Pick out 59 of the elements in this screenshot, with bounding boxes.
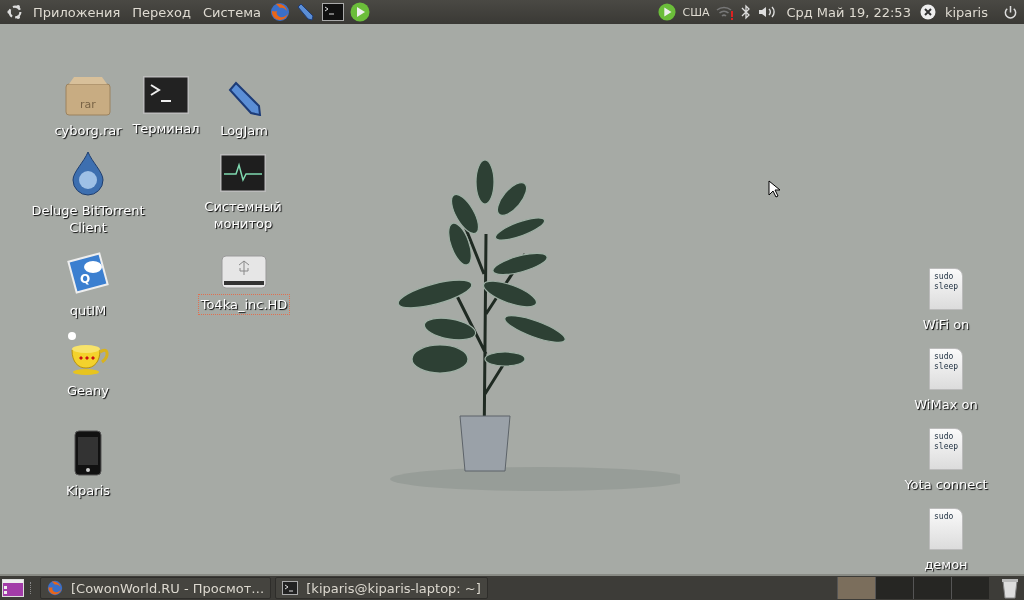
desktop-icon-label[interactable]: Deluge BitTorrent Client	[28, 200, 148, 238]
user-name[interactable]: kiparis	[941, 4, 991, 20]
file-preview-text: sleep	[934, 282, 960, 292]
terminal-launcher-icon[interactable]	[321, 2, 344, 22]
panel-menu[interactable]: Приложения	[30, 4, 124, 20]
play-status-icon[interactable]	[658, 3, 677, 21]
desktop-icon-label[interactable]: Терминал	[129, 118, 203, 139]
desktop-icon-label[interactable]: Yota connect	[901, 474, 991, 495]
workspace-switcher-cell[interactable]	[913, 577, 951, 599]
panel-menu[interactable]: Система	[199, 4, 264, 20]
taskbar-button[interactable]: [kiparis@kiparis-laptop: ~]	[275, 577, 488, 599]
bluetooth-icon[interactable]	[741, 4, 752, 20]
desktop-icon-label[interactable]: LogJam	[217, 120, 271, 141]
script-file-icon[interactable]: sudo sleep	[929, 428, 963, 470]
script-file-icon[interactable]: sudo sleep	[929, 268, 963, 310]
phone-icon[interactable]	[74, 430, 102, 476]
script-file-icon[interactable]: sudo	[929, 508, 963, 550]
water-drop-icon[interactable]	[70, 150, 106, 196]
play-launcher-icon[interactable]	[349, 2, 370, 22]
chat-app-icon[interactable]: Q	[65, 250, 111, 296]
volume-icon[interactable]	[757, 4, 778, 20]
file-preview-text: sleep	[934, 362, 960, 372]
mouse-pointer-icon	[768, 180, 780, 198]
wifi-icon[interactable]	[715, 4, 736, 20]
clock[interactable]: Срд Май 19, 22:53	[783, 4, 914, 20]
pencil-launcher-icon[interactable]	[295, 2, 316, 22]
desktop-icon-label[interactable]: cyborg.rar	[51, 120, 125, 141]
file-preview-text: sudo	[934, 352, 955, 362]
file-preview-text: sleep	[934, 442, 960, 452]
workspace-switcher-cell[interactable]	[837, 577, 875, 599]
desktop-icon-label[interactable]: WiFi on	[919, 314, 973, 335]
desktop-icon-label[interactable]: Системный монитор	[183, 196, 303, 234]
desktop-icon-label[interactable]: WiMax on	[911, 394, 981, 415]
script-file-icon[interactable]: sudo sleep	[929, 348, 963, 390]
ubuntu-logo-icon[interactable]	[6, 3, 24, 21]
system-monitor-icon[interactable]	[220, 154, 266, 192]
desktop-icon-label[interactable]: qutIM	[66, 300, 110, 321]
workspace-switcher-cell[interactable]	[875, 577, 913, 599]
firefox-icon	[47, 580, 63, 596]
pencil-icon[interactable]	[226, 80, 262, 116]
desktop-icon-label[interactable]: To4ka_inc.HD	[197, 294, 291, 315]
file-preview-text: sudo	[934, 272, 955, 282]
desktop-icon-label[interactable]: Geany	[64, 380, 112, 401]
desktop-icon-label[interactable]: демон	[921, 554, 971, 575]
file-preview-text: sudo	[934, 432, 955, 442]
terminal-icon	[282, 581, 299, 595]
status-icon[interactable]	[919, 4, 936, 20]
firefox-launcher-icon[interactable]	[269, 2, 290, 22]
terminal-icon[interactable]	[143, 76, 189, 114]
panel-menu[interactable]: Переход	[129, 4, 194, 20]
show-desktop-icon[interactable]	[2, 579, 24, 597]
desktop-icon-label[interactable]: Kiparis	[62, 480, 114, 501]
trash-icon[interactable]	[1001, 577, 1019, 599]
power-icon[interactable]	[1003, 4, 1018, 20]
keyboard-layout[interactable]: США	[682, 5, 710, 19]
usb-drive-icon[interactable]	[220, 254, 268, 290]
taskbar-button[interactable]: [CowonWorld.RU - Просмот…	[40, 577, 272, 599]
file-preview-text: sudo	[934, 512, 955, 522]
workspace-switcher-cell[interactable]	[951, 577, 989, 599]
